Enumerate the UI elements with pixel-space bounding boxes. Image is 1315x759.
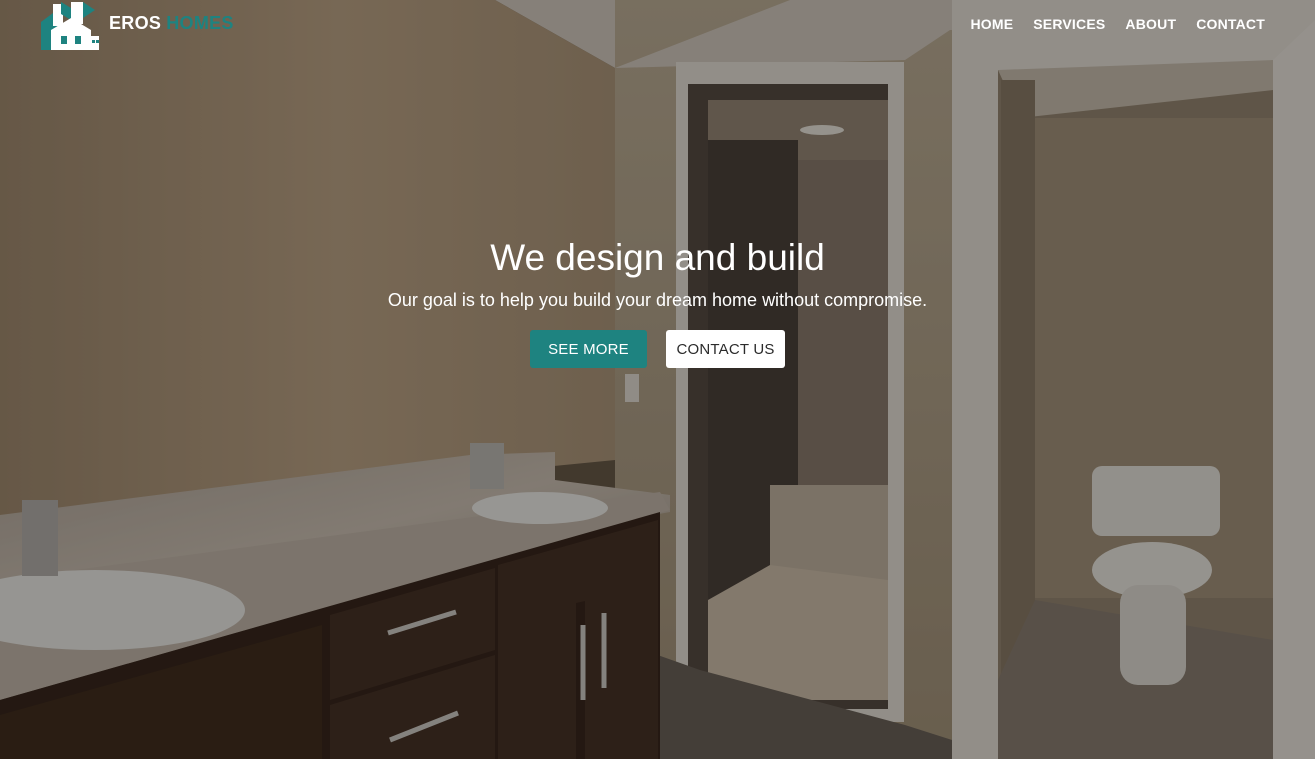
hero-title: We design and build	[490, 237, 825, 278]
see-more-button[interactable]: SEE MORE	[530, 330, 647, 368]
brand-name-second: HOMES	[166, 12, 234, 33]
navbar: EROS HOMES HOME SERVICES ABOUT CONTACT	[0, 0, 1315, 52]
hero-section: EROS HOMES HOME SERVICES ABOUT CONTACT We…	[0, 0, 1315, 759]
hero-content: We design and build Our goal is to help …	[0, 236, 1315, 368]
brand-name-first: EROS	[109, 12, 162, 33]
contact-us-button[interactable]: CONTACT US	[666, 330, 785, 368]
nav-about-link[interactable]: ABOUT	[1125, 16, 1176, 32]
brand-name: EROS HOMES	[109, 13, 234, 34]
nav-contact-link[interactable]: CONTACT	[1196, 16, 1265, 32]
brand-logo-link[interactable]: EROS HOMES	[37, 0, 234, 52]
hero-subtitle: Our goal is to help you build your dream…	[387, 290, 928, 310]
hero-buttons: SEE MORE CONTACT US	[0, 330, 1315, 368]
main-nav: HOME SERVICES ABOUT CONTACT	[970, 16, 1265, 32]
house-buildings-logo-icon	[41, 2, 99, 50]
nav-services-link[interactable]: SERVICES	[1033, 16, 1105, 32]
hero-dark-overlay	[0, 0, 1315, 759]
nav-home-link[interactable]: HOME	[970, 16, 1013, 32]
